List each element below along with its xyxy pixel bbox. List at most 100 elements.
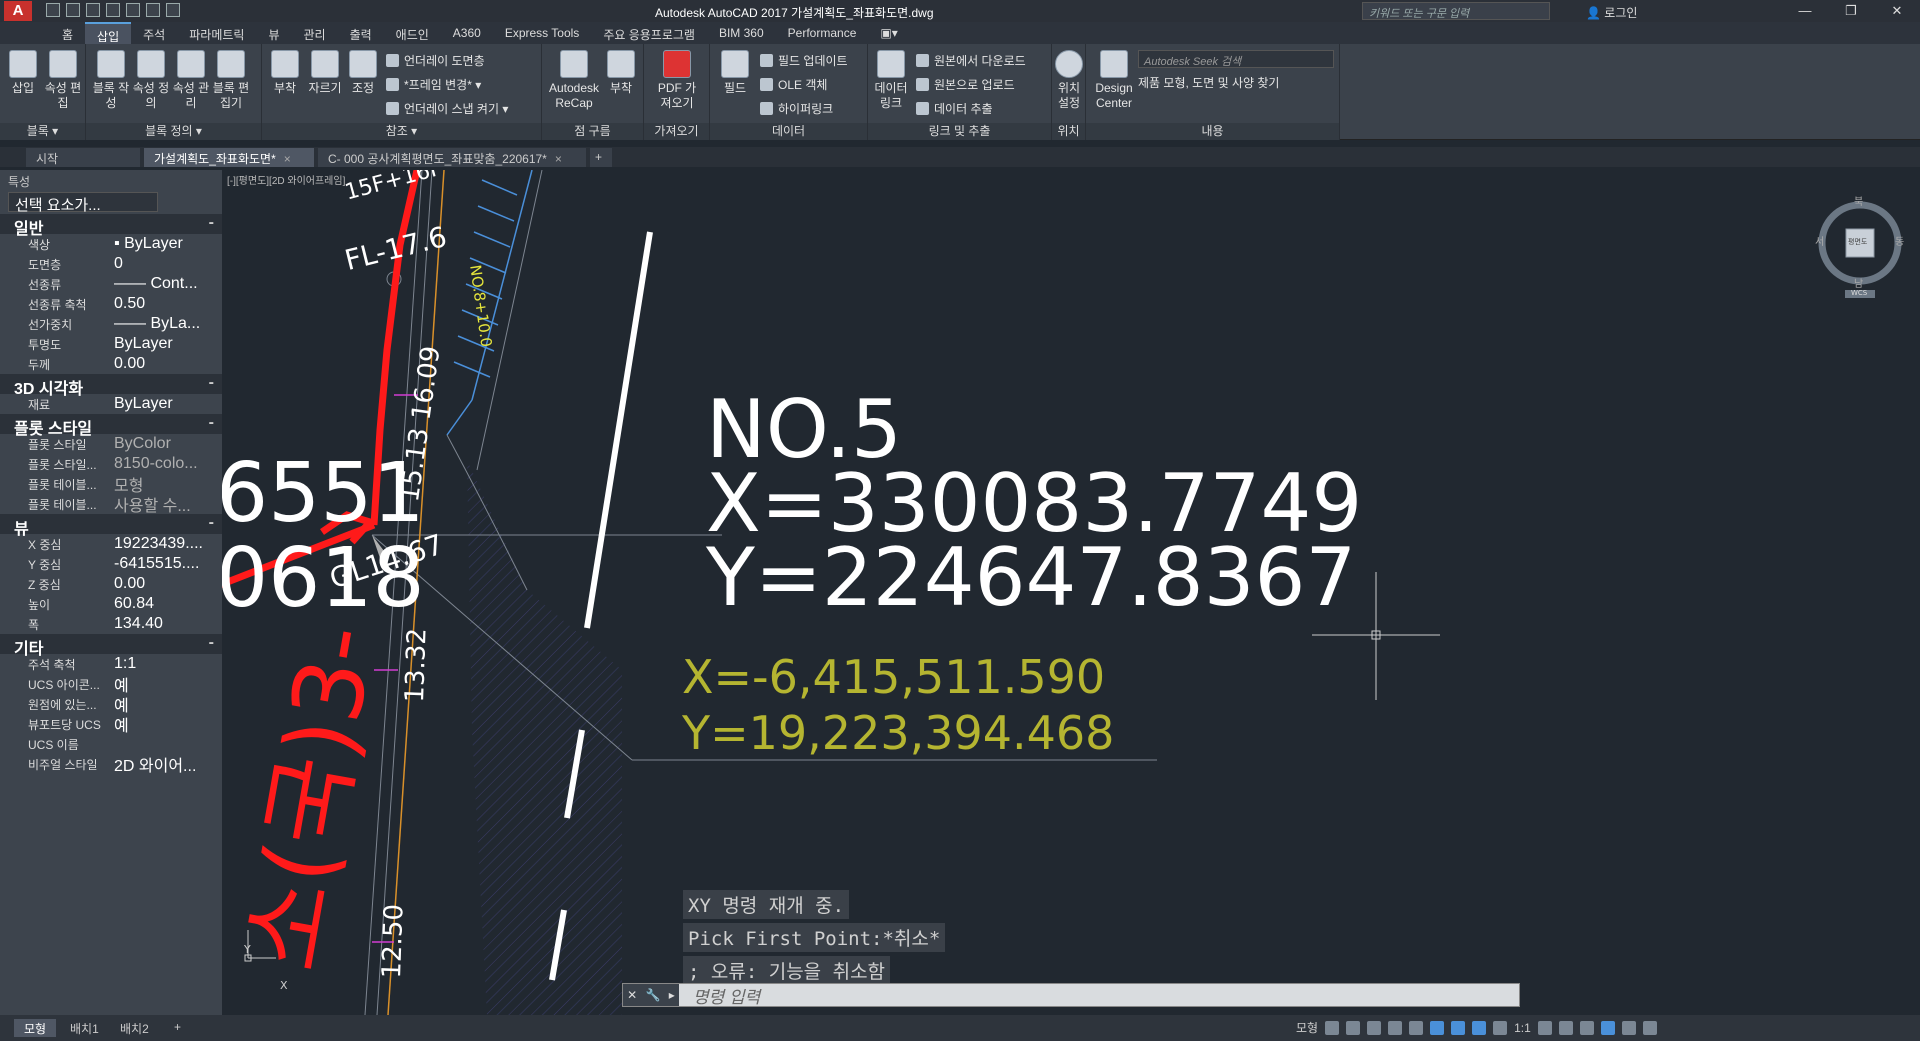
isolate-objects-icon[interactable]: [1579, 1020, 1594, 1035]
auto-scale-icon[interactable]: [1493, 1020, 1508, 1035]
reference-panel-label[interactable]: 참조 ▾: [262, 123, 541, 140]
ribbon-more-icon[interactable]: ▣▾: [868, 22, 909, 44]
new-tab-button[interactable]: +: [590, 148, 612, 167]
block-panel-label[interactable]: 블록 ▾: [0, 123, 85, 140]
ribbon-tab[interactable]: 주석: [131, 22, 177, 44]
property-value[interactable]: ByLayer: [110, 335, 220, 353]
ribbon-tab[interactable]: 관리: [291, 22, 337, 44]
doc-tab-active[interactable]: 가설계획도_좌표화도면* ×: [144, 148, 314, 167]
ribbon-tab[interactable]: 주요 응용프로그램: [591, 22, 707, 44]
property-value[interactable]: —— Cont...: [110, 275, 220, 293]
ortho-icon[interactable]: [1367, 1020, 1382, 1035]
property-row[interactable]: 선종류 축척 0.50: [0, 294, 222, 314]
object-snap-icon[interactable]: [1451, 1020, 1466, 1035]
property-section-header[interactable]: 플롯 스타일: [0, 414, 222, 438]
property-value[interactable]: 사용할 수...: [110, 492, 220, 516]
property-row[interactable]: 비주얼 스타일 2D 와이어...: [0, 752, 222, 776]
selection-dropdown[interactable]: 선택 요소가...: [8, 192, 158, 214]
property-row[interactable]: UCS 아이콘... 예: [0, 674, 222, 696]
pdf-import-button[interactable]: PDF 가져오기: [654, 50, 700, 111]
property-row[interactable]: 선가중치 —— ByLa...: [0, 314, 222, 334]
property-value[interactable]: 19223439....: [110, 535, 220, 553]
property-value[interactable]: ByLayer: [110, 395, 220, 413]
ribbon-tab[interactable]: BIM 360: [707, 22, 776, 44]
wcs-menu[interactable]: WCS: [1851, 290, 1867, 297]
property-row[interactable]: 원점에 있는... 예: [0, 694, 222, 716]
upload-to-source-button[interactable]: 원본으로 업로드: [916, 76, 1015, 93]
property-value[interactable]: 예: [110, 712, 220, 736]
property-row[interactable]: 두께 0.00: [0, 354, 222, 374]
property-section-header[interactable]: 일반: [0, 214, 222, 238]
property-value[interactable]: ByColor: [110, 435, 220, 453]
property-row[interactable]: 선종류 —— Cont...: [0, 274, 222, 294]
property-row[interactable]: 도면층 0: [0, 254, 222, 274]
add-layout-button[interactable]: +: [164, 1019, 191, 1037]
search-input[interactable]: 키워드 또는 구문 입력: [1362, 2, 1550, 20]
drawing-canvas[interactable]: [-][평면도][2D 와이어프레임] 15F+16F FL-17.6 6551…: [222, 170, 1920, 1015]
snap-underlay-button[interactable]: 언더레이 스냅 켜기 ▾: [386, 100, 508, 117]
doc-tab-start[interactable]: 시작: [26, 148, 140, 167]
field-button[interactable]: 필드: [716, 50, 754, 96]
prompt-icon[interactable]: ▸: [669, 988, 675, 1002]
ribbon-tab[interactable]: 홈: [50, 22, 85, 44]
update-fields-button[interactable]: 필드 업데이트: [760, 52, 848, 69]
ribbon-tab[interactable]: Performance: [776, 22, 869, 44]
open-icon[interactable]: [66, 3, 80, 17]
edit-attribute-button[interactable]: 속성 편집: [44, 50, 82, 111]
compass-east[interactable]: 동: [1895, 238, 1904, 248]
customize-menu-icon[interactable]: [1642, 1020, 1657, 1035]
property-value[interactable]: —— ByLa...: [110, 315, 220, 333]
annotation-visibility-icon[interactable]: [1472, 1020, 1487, 1035]
plus-icon[interactable]: [1558, 1020, 1573, 1035]
hyperlink-button[interactable]: 하이퍼링크: [760, 100, 833, 117]
workspace-gear-icon[interactable]: [1537, 1020, 1552, 1035]
data-link-button[interactable]: 데이터 링크: [872, 50, 910, 111]
ole-object-button[interactable]: OLE 객체: [760, 76, 827, 93]
attach-button[interactable]: 부착: [266, 50, 304, 96]
property-row[interactable]: 플롯 테이블... 사용할 수...: [0, 492, 222, 516]
property-value[interactable]: 0.00: [110, 575, 220, 593]
close-button[interactable]: ✕: [1874, 0, 1920, 22]
property-value[interactable]: 8150-colo...: [110, 455, 220, 473]
property-row[interactable]: Z 중심 0.00: [0, 574, 222, 594]
doc-tab-other[interactable]: C- 000 공사계획평면도_좌표맞춤_220617* ×: [318, 148, 586, 167]
insert-button[interactable]: 삽입: [4, 50, 42, 96]
recap-button[interactable]: Autodesk ReCap: [546, 50, 602, 111]
close-tab-icon[interactable]: ×: [284, 152, 291, 166]
compass-west[interactable]: 서: [1815, 238, 1824, 248]
create-block-button[interactable]: 블록 작성: [92, 50, 130, 111]
ribbon-tab[interactable]: 삽입: [85, 22, 132, 44]
property-row[interactable]: Y 중심 -6415515....: [0, 554, 222, 574]
property-value[interactable]: 1:1: [110, 655, 220, 673]
underlay-layers-button[interactable]: 언더레이 도면층: [386, 52, 485, 69]
ribbon-tab[interactable]: Express Tools: [493, 22, 591, 44]
restore-button[interactable]: ❐: [1828, 0, 1874, 22]
layout-tab-1[interactable]: 배치1: [60, 1019, 109, 1037]
property-section-header[interactable]: 뷰: [0, 514, 222, 538]
snap-mode-icon[interactable]: [1346, 1020, 1361, 1035]
adjust-button[interactable]: 조정: [344, 50, 382, 96]
compass-north[interactable]: 북: [1854, 198, 1863, 208]
download-from-source-button[interactable]: 원본에서 다운로드: [916, 52, 1026, 69]
set-location-button[interactable]: 위치 설정: [1052, 50, 1086, 111]
property-row[interactable]: 높이 60.84: [0, 594, 222, 614]
command-input[interactable]: 명령 입력: [679, 983, 760, 1008]
property-row[interactable]: X 중심 19223439....: [0, 534, 222, 554]
ribbon-tab[interactable]: 파라메트릭: [177, 22, 256, 44]
define-attribute-button[interactable]: 속성 정의: [132, 50, 170, 111]
seek-search-input[interactable]: Autodesk Seek 검색: [1138, 50, 1334, 68]
property-value[interactable]: 2D 와이어...: [110, 752, 220, 776]
viewport-label[interactable]: [-][평면도][2D 와이어프레임]: [227, 172, 345, 187]
object-snap-tracking-icon[interactable]: [1430, 1020, 1445, 1035]
ribbon-tab[interactable]: 출력: [338, 22, 384, 44]
block-definition-panel-label[interactable]: 블록 정의 ▾: [86, 123, 261, 140]
minimize-button[interactable]: —: [1782, 0, 1828, 22]
plot-icon[interactable]: [126, 3, 140, 17]
grid-icon[interactable]: [1325, 1020, 1340, 1035]
property-row[interactable]: 폭 134.40: [0, 614, 222, 634]
save-as-icon[interactable]: [106, 3, 120, 17]
hardware-acceleration-icon[interactable]: [1600, 1020, 1615, 1035]
property-section-header[interactable]: 기타: [0, 634, 222, 658]
viewcube[interactable]: 북 남 동 서 평면도 WCS: [1815, 198, 1905, 298]
isodraft-icon[interactable]: [1409, 1020, 1424, 1035]
